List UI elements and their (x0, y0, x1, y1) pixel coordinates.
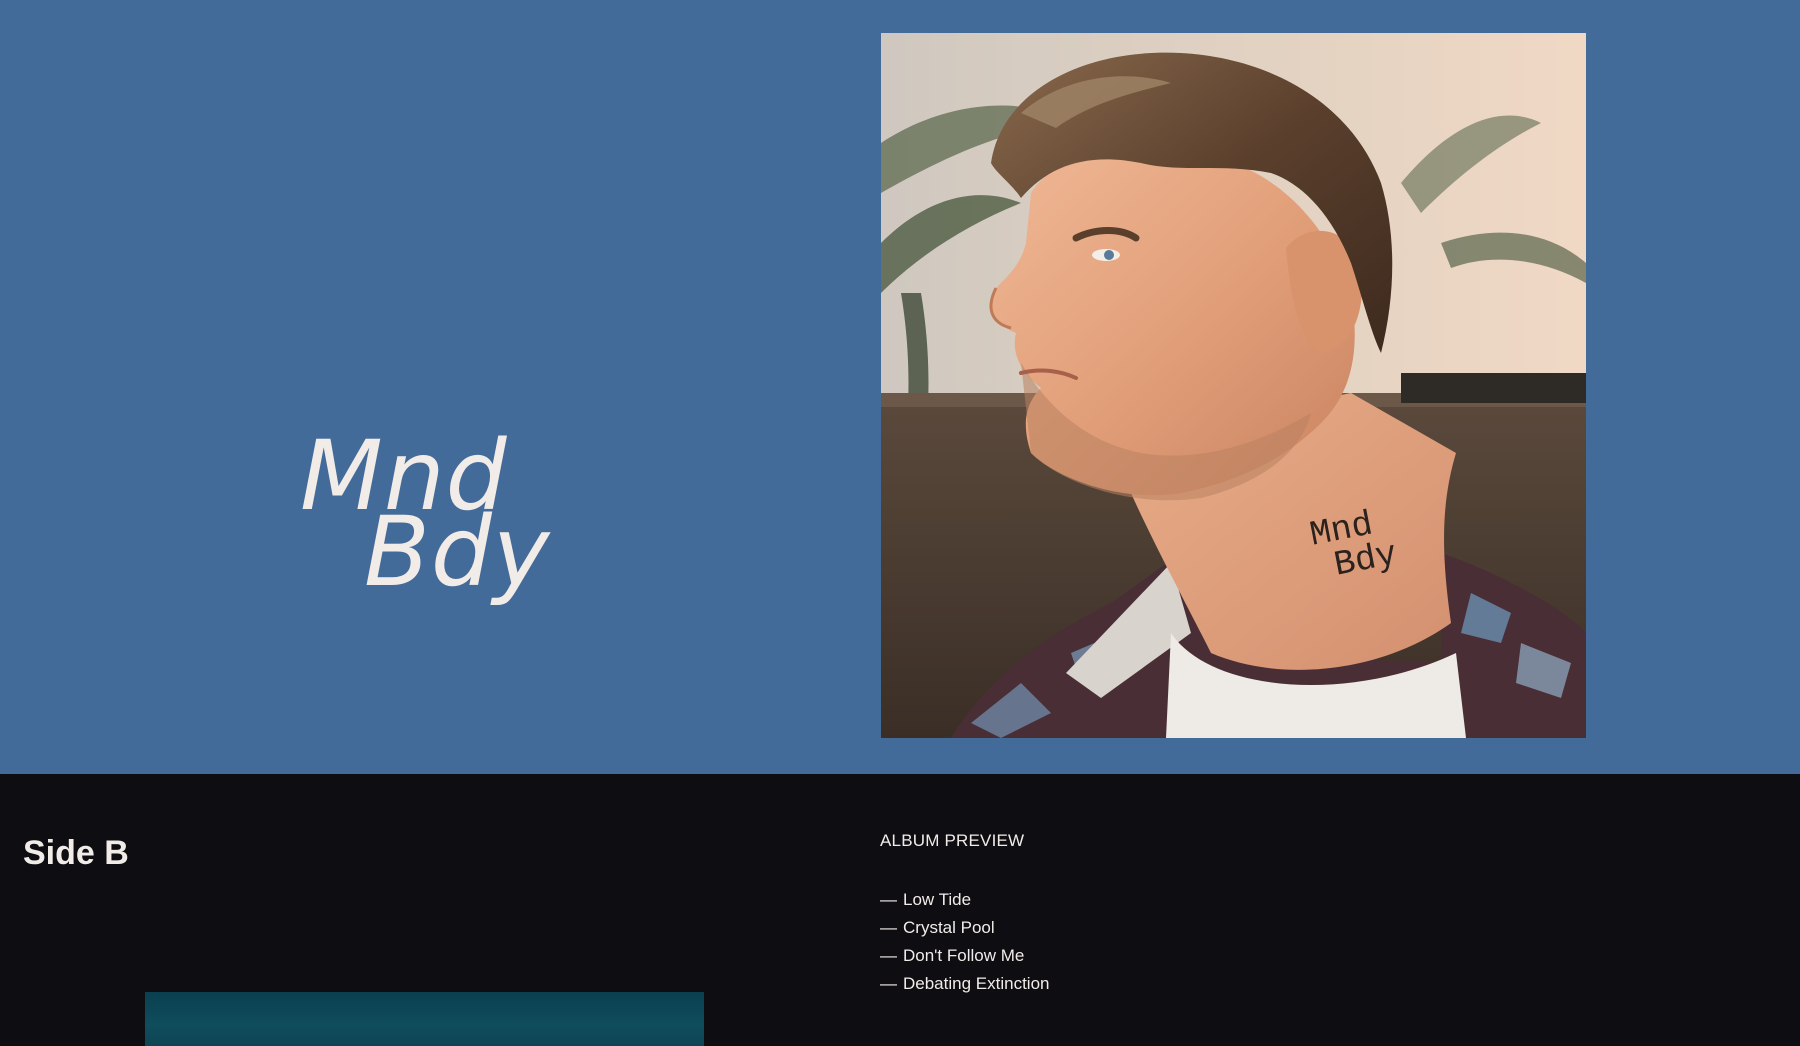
neck-tattoo-text: Mnd Bdy (1307, 504, 1401, 586)
album-preview-heading: ALBUM PREVIEW (880, 831, 1025, 850)
track-title: Crystal Pool (903, 918, 995, 937)
track-dash: — (880, 890, 897, 909)
track-dash: — (880, 918, 897, 937)
side-b-cover-image (145, 992, 704, 1046)
side-b-section: Side B ALBUM PREVIEW — Low Tide — Crystal … (0, 774, 1800, 1046)
track-item: — Crystal Pool (880, 914, 1049, 942)
track-item: — Debating Extinction (880, 970, 1049, 998)
track-dash: — (880, 974, 897, 993)
track-title: Debating Extinction (903, 974, 1050, 993)
track-title: Low Tide (903, 890, 972, 909)
album-title-wordmark: Mnd Bdy (300, 428, 551, 600)
album-cover-image: Mnd Bdy (881, 33, 1586, 738)
track-dash: — (880, 946, 897, 965)
album-cover-illustration (881, 33, 1586, 738)
track-item: — Low Tide (880, 886, 1049, 914)
side-a-hero: Mnd Bdy Mnd Bdy (0, 0, 1800, 774)
side-b-title: Side B (23, 834, 129, 872)
page: Mnd Bdy Mnd Bdy Side B ALBUM PREVIEW — L… (0, 0, 1800, 1046)
track-title: Don't Follow Me (903, 946, 1025, 965)
track-item: — Don't Follow Me (880, 942, 1049, 970)
album-preview-track-list: — Low Tide — Crystal Pool — Don't Follow Me… (880, 886, 1049, 998)
